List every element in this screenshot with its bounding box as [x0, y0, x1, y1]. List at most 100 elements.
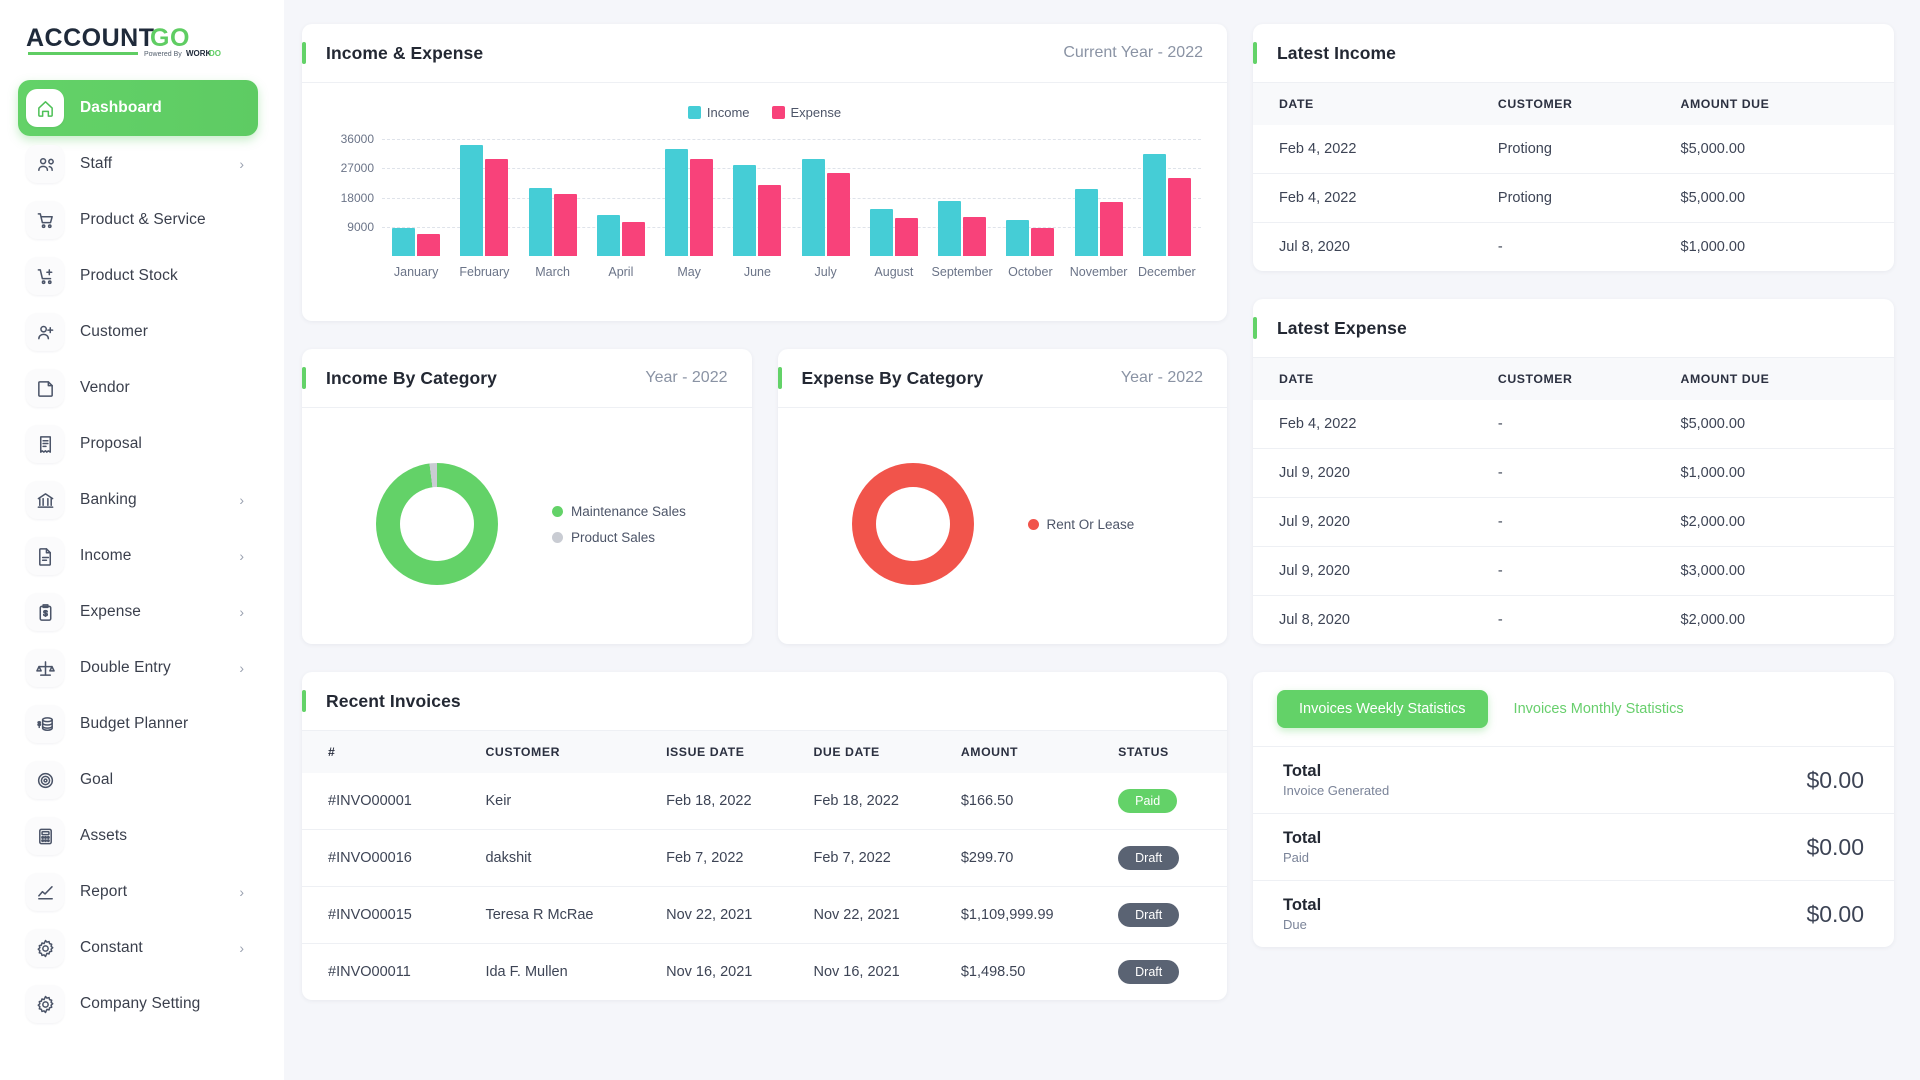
x-axis-tick-label: February [450, 265, 518, 279]
sidebar-item-banking[interactable]: Banking› [18, 472, 258, 528]
recent-invoices-card: Recent Invoices #CUSTOMERISSUE DATEDUE D… [302, 672, 1227, 1000]
card-title: Expense By Category [802, 368, 984, 389]
invoice-statistics-card: Invoices Weekly Statistics Invoices Mont… [1253, 672, 1894, 947]
sidebar-item-vendor[interactable]: Vendor [18, 360, 258, 416]
sidebar-item-income[interactable]: Income› [18, 528, 258, 584]
table-row[interactable]: Jul 8, 2020-$1,000.00 [1253, 223, 1894, 272]
bar-group [860, 126, 928, 256]
bar-income[interactable] [802, 159, 825, 257]
svg-text:DO: DO [209, 49, 221, 58]
svg-text:WORK: WORK [186, 49, 212, 58]
table-row[interactable]: Jul 9, 2020-$1,000.00 [1253, 449, 1894, 498]
legend-swatch-icon [688, 106, 701, 119]
sidebar-item-company-setting[interactable]: Company Setting [18, 976, 258, 1032]
bar-income[interactable] [392, 228, 415, 256]
cell-amount: $1,000.00 [1681, 223, 1894, 272]
cell-amount: $1,109,999.99 [961, 887, 1118, 944]
bar-income[interactable] [1006, 220, 1029, 256]
bar-expense[interactable] [1100, 202, 1123, 256]
sidebar-item-proposal[interactable]: Proposal [18, 416, 258, 472]
sidebar-item-dashboard[interactable]: Dashboard [18, 80, 258, 136]
sidebar-item-budget-planner[interactable]: Budget Planner [18, 696, 258, 752]
brand-logo[interactable]: ACCOUNT GO Powered By WORK DO [0, 0, 284, 80]
bar-income[interactable] [1143, 154, 1166, 256]
table-row[interactable]: Jul 8, 2020-$2,000.00 [1253, 596, 1894, 645]
expense-by-category-card: Expense By Category Year - 2022 Rent Or … [778, 349, 1228, 644]
sidebar-item-label: Budget Planner [80, 715, 188, 733]
bar-expense[interactable] [963, 217, 986, 256]
statistic-row: TotalInvoice Generated$0.00 [1253, 746, 1894, 813]
cell-amount: $2,000.00 [1681, 498, 1894, 547]
bar-expense[interactable] [690, 159, 713, 257]
sidebar-item-label: Goal [80, 771, 113, 789]
donut-legend-item[interactable]: Maintenance Sales [552, 504, 686, 519]
bar-expense[interactable] [554, 194, 577, 256]
bar-expense[interactable] [758, 185, 781, 257]
donut-legend-item[interactable]: Rent Or Lease [1028, 517, 1135, 532]
x-axis-tick-label: October [996, 265, 1064, 279]
sidebar-item-double-entry[interactable]: Double Entry› [18, 640, 258, 696]
sidebar-item-goal[interactable]: Goal [18, 752, 258, 808]
table-row[interactable]: #INVO00001KeirFeb 18, 2022Feb 18, 2022$1… [302, 773, 1227, 830]
accent-bar [1253, 317, 1257, 339]
sidebar-item-label: Banking [80, 491, 137, 509]
sidebar-item-report[interactable]: Report› [18, 864, 258, 920]
bar-income[interactable] [597, 215, 620, 256]
sidebar-item-staff[interactable]: Staff› [18, 136, 258, 192]
donut-legend-label: Maintenance Sales [571, 504, 686, 519]
cell-due: Feb 7, 2022 [813, 830, 960, 887]
sidebar-item-expense[interactable]: Expense› [18, 584, 258, 640]
table-body: #INVO00001KeirFeb 18, 2022Feb 18, 2022$1… [302, 773, 1227, 1000]
cell-customer: - [1498, 449, 1681, 498]
column-header: STATUS [1118, 731, 1227, 773]
table-row[interactable]: Feb 4, 2022Protiong$5,000.00 [1253, 125, 1894, 174]
cell-amount: $3,000.00 [1681, 547, 1894, 596]
table-row[interactable]: #INVO00016dakshitFeb 7, 2022Feb 7, 2022$… [302, 830, 1227, 887]
sidebar-item-constant[interactable]: Constant› [18, 920, 258, 976]
legend-item-expense[interactable]: Expense [772, 105, 842, 120]
sidebar-item-product-service[interactable]: Product & Service [18, 192, 258, 248]
table-row[interactable]: #INVO00015Teresa R McRaeNov 22, 2021Nov … [302, 887, 1227, 944]
cell-customer: Ida F. Mullen [485, 944, 666, 1001]
table-row[interactable]: #INVO00011Ida F. MullenNov 16, 2021Nov 1… [302, 944, 1227, 1001]
accent-bar [778, 367, 782, 389]
bar-income[interactable] [1075, 189, 1098, 256]
tab-invoices-monthly-statistics[interactable]: Invoices Monthly Statistics [1514, 701, 1684, 717]
donut-legend-item[interactable]: Product Sales [552, 530, 686, 545]
card-header: Income By Category Year - 2022 [302, 349, 752, 408]
x-axis-tick-label: August [860, 265, 928, 279]
sidebar-item-customer[interactable]: Customer [18, 304, 258, 360]
expense-donut-chart[interactable] [852, 463, 974, 585]
bar-expense[interactable] [622, 222, 645, 256]
legend-swatch-icon [772, 106, 785, 119]
column-header: DUE DATE [813, 731, 960, 773]
bar-income[interactable] [460, 145, 483, 256]
bar-expense[interactable] [895, 218, 918, 256]
chevron-right-icon: › [239, 941, 244, 955]
bar-income[interactable] [529, 188, 552, 256]
sidebar: ACCOUNT GO Powered By WORK DO DashboardS… [0, 0, 284, 1080]
tab-invoices-weekly-statistics[interactable]: Invoices Weekly Statistics [1277, 690, 1488, 728]
bar-income[interactable] [870, 209, 893, 256]
table-row[interactable]: Jul 9, 2020-$2,000.00 [1253, 498, 1894, 547]
sidebar-item-assets[interactable]: Assets [18, 808, 258, 864]
legend-item-income[interactable]: Income [688, 105, 750, 120]
bar-expense[interactable] [1031, 228, 1054, 256]
bar-income[interactable] [938, 201, 961, 256]
bar-expense[interactable] [827, 173, 850, 256]
sidebar-item-product-stock[interactable]: Product Stock [18, 248, 258, 304]
bar-expense[interactable] [417, 234, 440, 256]
column-header: DATE [1253, 358, 1498, 400]
bar-group [723, 126, 791, 256]
bar-expense[interactable] [1168, 178, 1191, 256]
cell-due: Nov 22, 2021 [813, 887, 960, 944]
table-row[interactable]: Jul 9, 2020-$3,000.00 [1253, 547, 1894, 596]
cell-customer: - [1498, 547, 1681, 596]
table-row[interactable]: Feb 4, 2022Protiong$5,000.00 [1253, 174, 1894, 223]
table-row[interactable]: Feb 4, 2022-$5,000.00 [1253, 400, 1894, 449]
bar-income[interactable] [733, 165, 756, 256]
bar-income[interactable] [665, 149, 688, 256]
latest-income-table: DATECUSTOMERAMOUNT DUE Feb 4, 2022Protio… [1253, 83, 1894, 271]
bar-expense[interactable] [485, 159, 508, 257]
income-donut-chart[interactable] [376, 463, 498, 585]
